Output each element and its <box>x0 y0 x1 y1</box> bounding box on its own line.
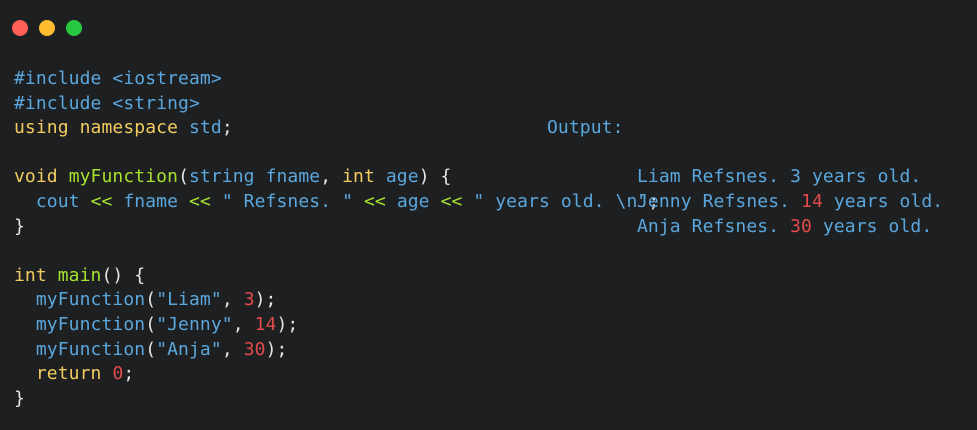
code-token: "Liam" <box>156 289 222 311</box>
code-token: << <box>440 190 474 212</box>
code-token: age <box>396 190 441 212</box>
code-line: myFunction("Anja", 30); <box>14 338 659 363</box>
output-token: years old. <box>812 215 933 237</box>
output-line: Anja Refsnes. 30 years old. <box>547 215 943 240</box>
code-line: myFunction("Jenny", 14); <box>14 313 659 338</box>
code-line: int main() { <box>14 264 659 289</box>
code-token: "Anja" <box>156 338 222 360</box>
code-token: using <box>14 117 80 139</box>
code-token: void <box>14 166 69 188</box>
code-token: 14 <box>254 313 277 335</box>
code-token: ( <box>145 313 157 335</box>
code-token: } <box>14 387 25 409</box>
code-token: ( <box>145 338 157 360</box>
code-token: #include <string> <box>14 92 200 114</box>
code-token: myFunction <box>14 338 146 360</box>
code-token: ); <box>265 338 288 360</box>
code-token: namespace <box>79 117 189 139</box>
code-token: main <box>57 264 102 286</box>
code-token: age <box>385 166 419 188</box>
code-token: () { <box>101 264 146 286</box>
code-token: myFunction <box>14 289 146 311</box>
code-token: myFunction <box>14 313 146 335</box>
code-token: return <box>14 363 113 385</box>
code-token: << <box>90 190 124 212</box>
code-token: fname <box>265 166 321 188</box>
code-token: ); <box>254 289 277 311</box>
code-token: , <box>320 166 343 188</box>
output-token: 14 <box>801 190 823 212</box>
code-line: myFunction("Liam", 3); <box>14 288 659 313</box>
code-token: ); <box>276 313 299 335</box>
code-token: , <box>232 313 255 335</box>
code-token: std <box>189 117 222 139</box>
code-token: } <box>14 215 25 237</box>
output-panel: Output: Liam Refsnes. 3 years old. Jenny … <box>547 67 943 239</box>
code-token: ) { <box>418 166 452 188</box>
code-token: int <box>342 166 386 188</box>
code-token: #include <iostream> <box>14 68 222 89</box>
code-token: fname <box>123 190 189 212</box>
output-line: Jenny Refsnes. 14 years old. <box>547 190 943 215</box>
output-line: Liam Refsnes. 3 years old. <box>547 165 943 190</box>
code-token: ( <box>145 289 157 311</box>
code-token: cout <box>14 190 91 212</box>
code-token: string <box>189 166 266 188</box>
minimize-window-button[interactable] <box>39 20 55 36</box>
code-token: 0 <box>112 363 124 385</box>
code-token: "Jenny" <box>156 313 233 335</box>
code-token: , <box>221 289 244 311</box>
output-token: 30 <box>790 215 812 237</box>
code-line: return 0; <box>14 362 659 387</box>
output-token: years old. <box>822 190 944 212</box>
window-controls <box>12 20 82 36</box>
output-token: Anja Refsnes. <box>637 215 791 237</box>
code-token: << <box>189 190 222 212</box>
code-token: myFunction <box>68 166 179 188</box>
output-token: Liam Refsnes. 3 years old. <box>637 166 922 188</box>
close-window-button[interactable] <box>12 20 28 36</box>
code-token: int <box>14 264 58 286</box>
code-token: 30 <box>243 338 266 360</box>
code-token: ; <box>221 117 233 139</box>
code-token: 3 <box>243 289 255 311</box>
code-line: } <box>14 387 659 412</box>
maximize-window-button[interactable] <box>66 20 82 36</box>
code-token: ; <box>123 363 135 385</box>
output-token: Jenny Refsnes. <box>637 190 802 212</box>
code-token: ( <box>178 166 189 188</box>
output-label: Output: <box>547 117 624 139</box>
code-token: " Refsnes. " <box>221 190 364 212</box>
code-token: , <box>221 338 244 360</box>
code-token: << <box>364 190 397 212</box>
